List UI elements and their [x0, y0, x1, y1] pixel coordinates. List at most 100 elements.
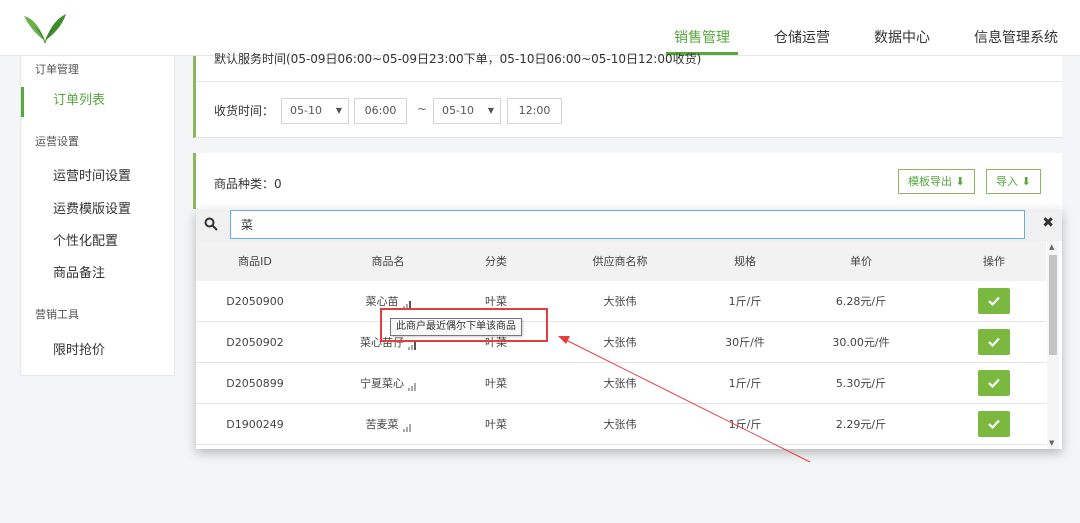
product-name-wrap: 菜心苗	[366, 293, 411, 309]
nav-info-system[interactable]: 信息管理系统	[952, 0, 1080, 56]
start-time-input[interactable]: 06:00	[354, 98, 407, 124]
select-product-button[interactable]	[978, 370, 1010, 396]
product-search-dropdown: ✖ 商品ID 商品名 分类 供应商名称 规格 单价 操作 D2050900 菜心…	[196, 209, 1062, 449]
product-supplier: 大张伟	[603, 295, 637, 308]
product-kinds-panel: 商品种类：0 模板导出 ⬇ 导入 ⬇	[193, 153, 1062, 209]
product-category: 叶菜	[485, 377, 507, 390]
select-product-button[interactable]	[978, 411, 1010, 437]
product-name-cell: 宁夏菜心	[314, 363, 462, 403]
sidebar: 订单管理 订单列表 运营设置 运营时间设置 运费模版设置 个性化配置 商品备注 …	[20, 56, 175, 376]
product-supplier: 大张伟	[603, 377, 637, 390]
product-name: 菜心苗	[365, 295, 399, 308]
leaf-logo-icon[interactable]	[22, 12, 68, 46]
scroll-down-icon[interactable]: ▼	[1049, 439, 1054, 447]
product-price: 6.28元/斤	[835, 295, 887, 308]
download-icon: ⬇	[1021, 175, 1031, 188]
table-header: 商品ID 商品名 分类 供应商名称 规格 单价 操作	[196, 241, 1046, 281]
select-product-button[interactable]	[978, 288, 1010, 314]
annotation-highlight-box	[380, 308, 548, 342]
search-row: ✖	[196, 209, 1062, 241]
product-price: 30.00元/件	[832, 336, 890, 349]
chevron-down-icon: ▼	[335, 106, 342, 115]
template-export-label: 模板导出	[908, 175, 952, 188]
header-spec: 规格	[734, 255, 756, 268]
sidebar-active-indicator	[21, 87, 24, 117]
table-row[interactable]: D2050902 菜心苗仔 叶菜 大张伟 30斤/件 30.00元/件	[196, 322, 1046, 363]
sidebar-item-product-notes[interactable]: 商品备注	[53, 262, 105, 281]
signal-bars-icon	[402, 424, 411, 432]
import-button[interactable]: 导入 ⬇	[986, 169, 1041, 194]
download-icon: ⬇	[955, 175, 965, 188]
product-name: 苦麦菜	[365, 418, 399, 431]
end-date-value: 05-10	[442, 104, 474, 117]
header-price: 单价	[850, 255, 872, 268]
product-name-wrap: 苦麦菜	[366, 416, 411, 432]
signal-bars-icon	[408, 383, 416, 391]
end-date-select[interactable]: 05-10 ▼	[433, 98, 501, 124]
product-name: 宁夏菜心	[360, 377, 404, 390]
product-id: D2050902	[226, 335, 284, 349]
receive-time-label: 收货时间：	[214, 104, 275, 118]
check-icon	[988, 419, 1000, 429]
product-supplier: 大张伟	[603, 418, 637, 431]
action-cell	[942, 404, 1046, 444]
product-kinds-count: 商品种类：0	[214, 177, 282, 191]
header-action: 操作	[983, 255, 1005, 268]
service-time-notice: 默认服务时间(05-09日06:00~05-09日23:00下单，05-10日0…	[214, 52, 702, 66]
check-icon	[988, 296, 1000, 306]
product-spec: 1斤/斤	[728, 295, 762, 308]
main-nav: 销售管理 仓储运营 数据中心 信息管理系统	[652, 0, 1080, 56]
product-price: 5.30元/斤	[835, 377, 887, 390]
sidebar-item-shipping-template[interactable]: 运费模版设置	[53, 198, 131, 217]
search-icon	[204, 217, 218, 231]
sidebar-item-operation-time[interactable]: 运营时间设置	[53, 165, 131, 184]
table-row[interactable]: D1900249 苦麦菜 叶菜 大张伟 1斤/斤 2.29元/斤	[196, 404, 1046, 445]
sidebar-item-flash-sale[interactable]: 限时抢价	[53, 339, 105, 358]
sidebar-group-marketing: 营销工具	[35, 308, 79, 321]
sidebar-group-operations: 运营设置	[35, 135, 79, 148]
results-scrollbar[interactable]: ▲ ▼	[1047, 241, 1059, 449]
select-product-button[interactable]	[978, 329, 1010, 355]
product-id: D2050899	[226, 376, 284, 390]
product-category: 叶菜	[485, 418, 507, 431]
nav-sales-management[interactable]: 销售管理	[652, 0, 752, 56]
start-date-select[interactable]: 05-10 ▼	[281, 98, 349, 124]
product-id: D2050900	[226, 294, 284, 308]
header-category: 分类	[485, 255, 507, 268]
scroll-up-icon[interactable]: ▲	[1049, 243, 1054, 251]
table-row[interactable]: D2050900 菜心苗 叶菜 大张伟 1斤/斤 6.28元/斤	[196, 281, 1046, 322]
header-supplier: 供应商名称	[592, 255, 648, 268]
product-table: 商品ID 商品名 分类 供应商名称 规格 单价 操作 D2050900 菜心苗 …	[196, 241, 1046, 445]
sidebar-group-orders: 订单管理	[35, 63, 79, 76]
template-export-button[interactable]: 模板导出 ⬇	[898, 169, 975, 194]
close-icon[interactable]: ✖	[1042, 215, 1054, 231]
signal-bars-icon	[408, 342, 416, 350]
divider	[196, 81, 1062, 82]
product-id: D1900249	[226, 417, 284, 431]
start-date-value: 05-10	[290, 104, 322, 117]
nav-warehouse-operations[interactable]: 仓储运营	[752, 0, 852, 56]
product-price: 2.29元/斤	[835, 418, 887, 431]
range-separator: ~	[417, 102, 428, 116]
sidebar-item-order-list[interactable]: 订单列表	[53, 89, 105, 108]
service-time-panel: 默认服务时间(05-09日06:00~05-09日23:00下单，05-10日0…	[193, 52, 1062, 138]
product-search-input[interactable]	[230, 210, 1025, 239]
chevron-down-icon: ▼	[487, 106, 494, 115]
action-cell	[942, 322, 1046, 362]
product-name-wrap: 宁夏菜心	[360, 375, 416, 391]
check-icon	[988, 337, 1000, 347]
sidebar-item-personalization[interactable]: 个性化配置	[53, 230, 118, 249]
action-cell	[942, 363, 1046, 403]
action-cell	[942, 281, 1046, 321]
product-name-cell: 苦麦菜	[314, 404, 462, 444]
product-supplier: 大张伟	[603, 336, 637, 349]
table-row[interactable]: D2050899 宁夏菜心 叶菜 大张伟 1斤/斤 5.30元/斤	[196, 363, 1046, 404]
header-product-id: 商品ID	[238, 255, 272, 268]
product-spec: 1斤/斤	[728, 418, 762, 431]
scrollbar-thumb[interactable]	[1049, 255, 1057, 355]
import-label: 导入	[996, 175, 1018, 188]
header-product-name: 商品名	[371, 255, 405, 268]
end-time-input[interactable]: 12:00	[507, 98, 562, 124]
top-bar: 销售管理 仓储运营 数据中心 信息管理系统	[0, 0, 1080, 56]
nav-data-center[interactable]: 数据中心	[852, 0, 952, 56]
